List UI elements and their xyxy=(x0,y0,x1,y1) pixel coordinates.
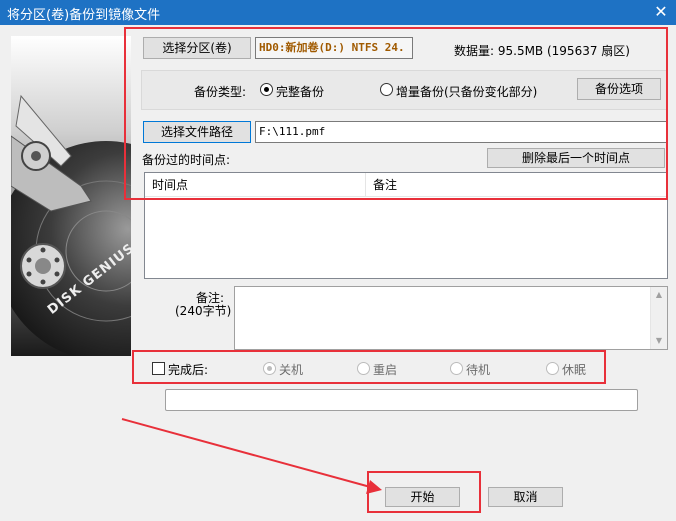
incremental-backup-label[interactable]: 增量备份(只备份变化部分) xyxy=(396,83,537,100)
note-scrollbar[interactable]: ▲ ▼ xyxy=(650,287,667,349)
incremental-backup-radio[interactable] xyxy=(380,83,393,96)
note-size-hint: (240字节) xyxy=(175,304,232,318)
timepoints-label: 备份过的时间点: xyxy=(142,153,231,167)
data-size-text: 数据量: 95.5MB (195637 扇区) xyxy=(454,44,630,58)
scroll-up-icon[interactable]: ▲ xyxy=(651,287,667,303)
shutdown-radio[interactable] xyxy=(263,362,276,375)
restart-radio[interactable] xyxy=(357,362,370,375)
backup-options-button[interactable]: 备份选项 xyxy=(577,78,661,100)
select-partition-button[interactable]: 选择分区(卷) xyxy=(143,37,251,59)
full-backup-radio[interactable] xyxy=(260,83,273,96)
hibernate-label[interactable]: 休眠 xyxy=(562,361,586,378)
standby-label[interactable]: 待机 xyxy=(466,361,490,378)
delete-last-timepoint-button[interactable]: 删除最后一个时间点 xyxy=(487,148,665,168)
column-header-timepoint[interactable]: 时间点 xyxy=(145,173,366,197)
path-input[interactable]: F:\111.pmf xyxy=(255,121,667,143)
full-backup-label[interactable]: 完整备份 xyxy=(276,83,324,100)
window-title: 将分区(卷)备份到镜像文件 xyxy=(7,8,161,23)
scroll-down-icon[interactable]: ▼ xyxy=(651,333,667,349)
column-header-note[interactable]: 备注 xyxy=(366,173,667,197)
title-bar: 将分区(卷)备份到镜像文件 ✕ xyxy=(0,0,676,25)
close-icon[interactable]: ✕ xyxy=(652,2,670,22)
restart-label[interactable]: 重启 xyxy=(373,361,397,378)
backup-type-label: 备份类型: xyxy=(194,85,247,99)
select-path-button[interactable]: 选择文件路径 xyxy=(143,121,251,143)
standby-radio[interactable] xyxy=(450,362,463,375)
shutdown-label[interactable]: 关机 xyxy=(279,361,303,378)
start-button[interactable]: 开始 xyxy=(385,487,460,507)
after-completion-label[interactable]: 完成后: xyxy=(168,361,208,378)
hard-disk-image xyxy=(11,36,131,356)
disk-genius-artwork: DISK GENIUS xyxy=(11,36,131,356)
hibernate-radio[interactable] xyxy=(546,362,559,375)
timepoints-table[interactable]: 时间点 备注 xyxy=(144,172,668,279)
note-textarea[interactable]: ▲ ▼ xyxy=(234,286,668,350)
partition-field: HD0:新加卷(D:) NTFS 24. xyxy=(255,37,413,59)
after-completion-checkbox[interactable] xyxy=(152,362,165,375)
progress-field xyxy=(165,389,638,411)
cancel-button[interactable]: 取消 xyxy=(488,487,563,507)
